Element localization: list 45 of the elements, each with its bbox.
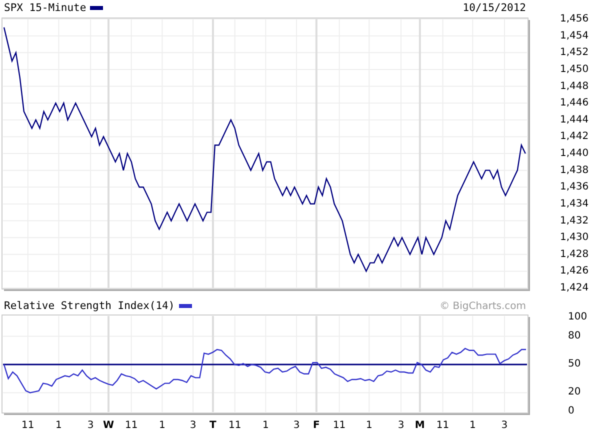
x-tick-label: T [210, 420, 216, 431]
x-tick-label: 3 [87, 420, 94, 431]
chart-title: Relative Strength Index(14) [4, 300, 175, 312]
y-tick-label: 1,424 [560, 282, 589, 294]
y-tick-label: 1,436 [560, 182, 589, 193]
y-tick-label: 1,434 [560, 198, 589, 210]
x-tick-label: 11 [228, 420, 242, 431]
x-tick-label: 11 [22, 420, 34, 431]
y-tick-label: 1,438 [560, 164, 589, 176]
y-tick-label: 1,452 [560, 47, 589, 58]
x-tick-label: 1 [366, 420, 372, 431]
y-tick-label: 1,432 [560, 215, 589, 226]
y-tick-label: 1,430 [560, 232, 589, 244]
x-tick-label: 11 [436, 420, 450, 431]
x-tick-label: 3 [398, 420, 404, 431]
y-tick-label: 50 [568, 358, 581, 370]
chart-title: SPX 15-Minute [4, 2, 86, 14]
y-tick-label: 1,456 [560, 14, 589, 24]
y-tick-label: 1,440 [560, 148, 589, 159]
x-tick-label: 11 [332, 420, 346, 431]
y-tick-label: 1,444 [560, 114, 589, 126]
x-tick-label: 11 [125, 420, 138, 431]
y-tick-label: 1,428 [560, 248, 589, 260]
x-tick-label: 3 [293, 420, 300, 431]
y-tick-label: 100 [568, 312, 588, 322]
x-tick-label: 1 [262, 420, 269, 431]
x-tick-label: 3 [501, 420, 508, 431]
credit-text: © BigCharts.com [440, 300, 526, 312]
x-tick-label: 1 [469, 420, 476, 431]
y-tick-label: 0 [568, 406, 574, 416]
x-tick-label: W [102, 420, 114, 431]
y-tick-label: 80 [568, 330, 581, 342]
y-tick-label: 1,426 [560, 266, 589, 277]
x-tick-label: 1 [159, 420, 166, 431]
y-tick-label: 1,454 [560, 30, 589, 42]
chart-date: 10/15/2012 [462, 2, 526, 14]
x-tick-label: M [414, 420, 425, 431]
y-tick-label: 1,442 [560, 131, 589, 142]
x-tick-label: 1 [56, 420, 62, 431]
x-tick-label: F [313, 420, 320, 431]
y-tick-label: 1,448 [560, 80, 589, 92]
y-tick-label: 1,450 [560, 64, 589, 75]
x-tick-label: 3 [190, 420, 196, 431]
y-tick-label: 20 [568, 386, 581, 398]
y-tick-label: 1,446 [560, 98, 589, 109]
